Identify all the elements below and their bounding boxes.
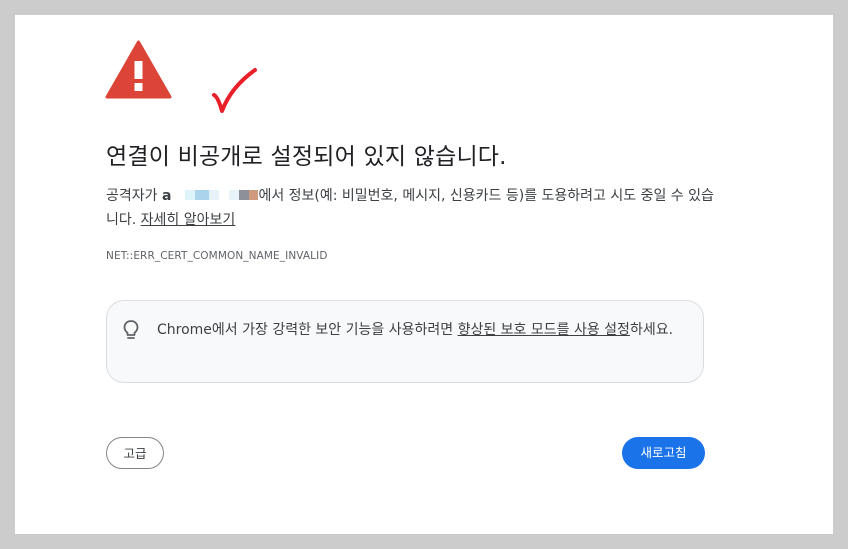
hint-prefix: Chrome에서 가장 강력한 보안 기능을 사용하려면 [157,322,458,338]
interstitial-page: 연결이 비공개로 설정되어 있지 않습니다. 공격자가 a 에서 정보(예: 비밀… [15,15,833,534]
redacted-host-blur [195,189,210,200]
warning-description: 공격자가 a 에서 정보(예: 비밀번호, 메시지, 신용카드 등)를 도용하려고… [106,184,716,232]
advanced-button[interactable]: 고급 [106,437,164,469]
hint-suffix: 하세요. [629,322,674,338]
redacted-host-blur [219,189,230,200]
redacted-host-blur [185,189,196,200]
redacted-host-blur [239,189,250,200]
hint-text: Chrome에서 가장 강력한 보안 기능을 사용하려면 향상된 보호 모드를 … [157,318,697,342]
redacted-host-blur [229,189,240,200]
reload-button[interactable]: 새로고침 [622,437,705,469]
enhanced-protection-hint: Chrome에서 가장 강력한 보안 기능을 사용하려면 향상된 보호 모드를 … [106,300,704,383]
description-prefix: 공격자가 [106,188,162,204]
learn-more-link[interactable]: 자세히 알아보기 [141,212,236,228]
red-checkmark-annotation [212,68,257,113]
redacted-host-blur [209,189,220,200]
page-title: 연결이 비공개로 설정되어 있지 않습니다. [106,144,507,170]
error-code: NET::ERR_CERT_COMMON_NAME_INVALID [106,250,328,262]
enhanced-protection-link[interactable]: 향상된 보호 모드를 사용 설정 [458,322,630,338]
host-name: a [161,188,172,204]
redacted-host-blur [171,190,185,200]
lightbulb-icon [123,320,139,339]
warning-triangle-icon [105,40,172,99]
